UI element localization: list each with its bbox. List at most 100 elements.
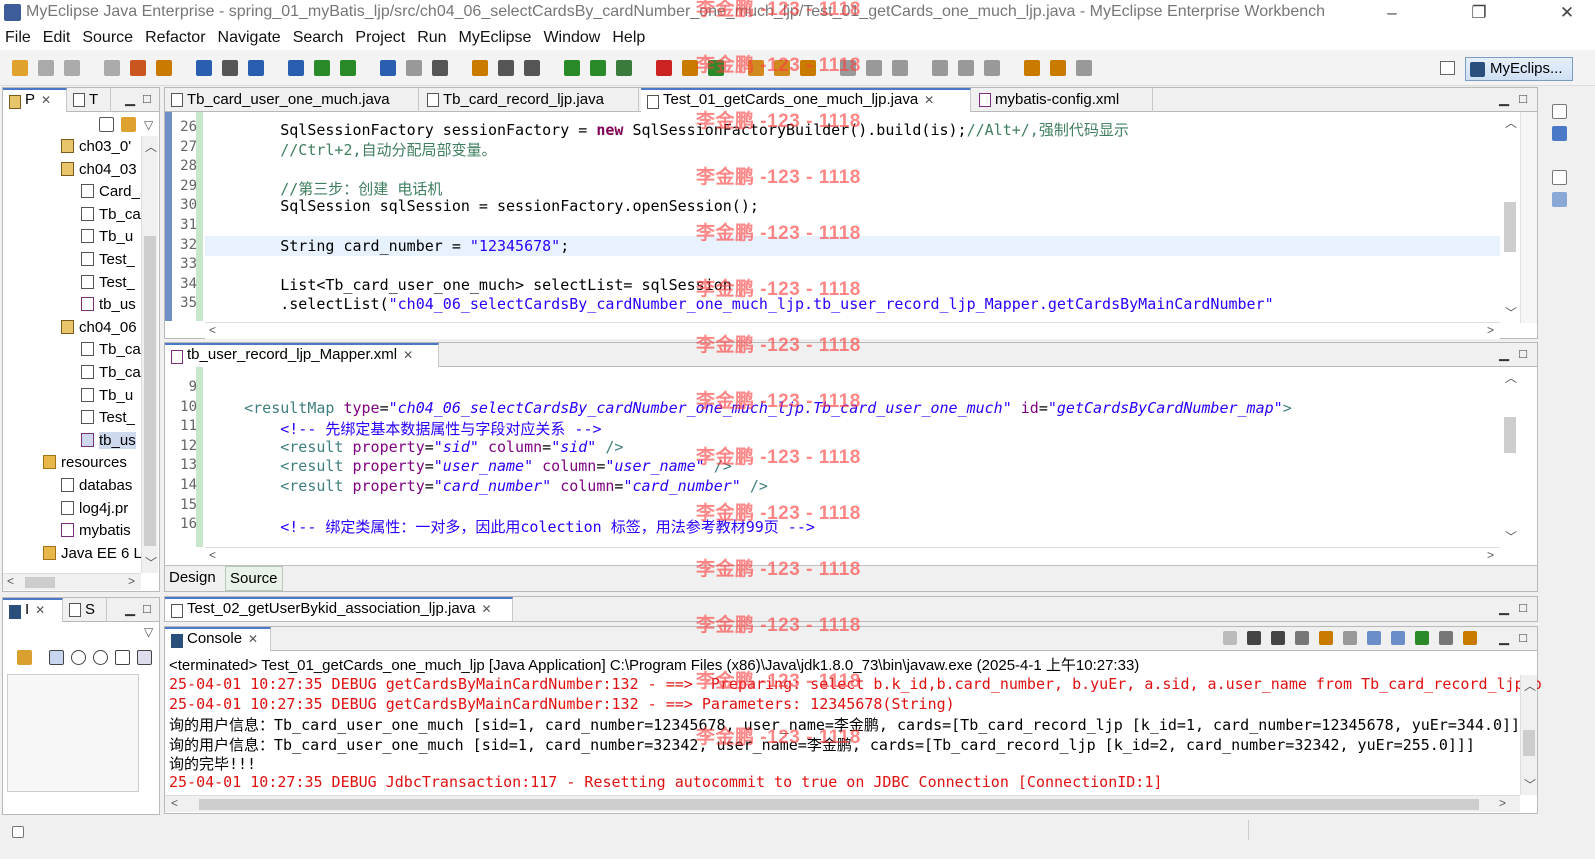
back-icon[interactable] [17, 650, 32, 665]
scroll-right-icon[interactable]: > [1487, 548, 1494, 562]
maximize-view-icon[interactable]: □ [1519, 630, 1527, 645]
restore-trim-icon[interactable] [1552, 170, 1567, 185]
toolbar-action-icon[interactable] [380, 60, 396, 76]
minimize-editor-icon[interactable]: ▁ [1499, 346, 1509, 362]
menu-help[interactable]: Help [607, 29, 652, 47]
toolbar-action-icon[interactable] [248, 60, 264, 76]
tree-item[interactable]: Java EE 6 L [43, 545, 141, 562]
tab-tb-user-record-mapper-xml[interactable]: tb_user_record_ljp_Mapper.xml ✕ [165, 343, 439, 367]
toolbar-action-icon[interactable] [130, 60, 146, 76]
tree-item[interactable]: log4j.pr [61, 500, 141, 517]
toolbar-action-icon[interactable] [340, 60, 356, 76]
toolbar-action-icon[interactable] [406, 60, 422, 76]
tree-item[interactable]: Test_ [81, 409, 141, 426]
tree-item[interactable]: Tb_u [81, 228, 141, 245]
tab-test-02-getuserbykid[interactable]: Test_02_getUserBykid_association_ljp.jav… [165, 597, 513, 621]
console-action-icon[interactable] [1391, 631, 1405, 645]
toolbar-action-icon[interactable] [314, 60, 330, 76]
close-icon[interactable]: ✕ [482, 602, 492, 616]
tree-item[interactable]: ch04_03 [61, 161, 141, 178]
toolbar-action-icon[interactable] [748, 60, 764, 76]
menu-window[interactable]: Window [538, 29, 607, 47]
code-line[interactable]: SqlSessionFactory sessionFactory = new S… [208, 119, 1129, 140]
code-line[interactable]: //Ctrl+2,自动分配局部变量。 [208, 139, 496, 160]
code-line[interactable]: .selectList("ch04_06_selectCardsBy_cardN… [208, 295, 1273, 313]
console-action-icon[interactable] [1463, 631, 1477, 645]
scroll-left-icon[interactable]: < [7, 574, 14, 588]
menu-edit[interactable]: Edit [38, 29, 78, 47]
minimize-view-icon[interactable]: ▁ [125, 91, 135, 107]
explorer-vertical-scrollbar[interactable]: ︿ ﹀ [141, 136, 158, 573]
menu-search[interactable]: Search [288, 29, 351, 47]
maximize-view-icon[interactable]: □ [143, 601, 151, 616]
toolbar-action-icon[interactable] [682, 60, 698, 76]
close-icon[interactable]: ✕ [403, 348, 413, 362]
view-menu-icon[interactable]: ▽ [144, 625, 153, 639]
toolbar-action-icon[interactable] [1076, 60, 1092, 76]
code-line[interactable]: <result property="user_name" column="use… [208, 457, 732, 475]
minimize-button[interactable]: – [1372, 2, 1412, 24]
toolbar-action-icon[interactable] [616, 60, 632, 76]
toolbar-action-icon[interactable] [524, 60, 540, 76]
toolbar-action-icon[interactable] [104, 60, 120, 76]
scroll-down-icon[interactable]: ﹀ [1505, 304, 1517, 321]
toolbar-action-icon[interactable] [196, 60, 212, 76]
toolbar-action-icon[interactable] [64, 60, 80, 76]
toolbar-action-icon[interactable] [984, 60, 1000, 76]
scroll-right-icon[interactable]: > [1487, 323, 1494, 337]
code-line[interactable]: SqlSession sqlSession = sessionFactory.o… [208, 197, 759, 215]
console-action-icon[interactable] [1223, 631, 1237, 645]
tab-design[interactable]: Design [169, 569, 216, 586]
tree-item[interactable]: tb_us [81, 431, 141, 449]
perspective-myeclipse-button[interactable]: MyEclips... [1465, 57, 1573, 81]
tree-item[interactable]: Tb_ca [81, 206, 141, 223]
console-action-icon[interactable] [1295, 631, 1309, 645]
toolbar-action-icon[interactable] [958, 60, 974, 76]
toolbar-action-icon[interactable] [1024, 60, 1040, 76]
console-action-icon[interactable] [1415, 631, 1429, 645]
link-with-editor-icon[interactable] [121, 117, 136, 132]
tree-item[interactable]: Tb_u [81, 387, 141, 404]
minimize-editor-icon[interactable]: ▁ [1499, 91, 1509, 107]
tree-item[interactable]: ch03_0' [61, 138, 141, 155]
tab-console[interactable]: Console ✕ [165, 627, 271, 651]
tree-item[interactable]: Tb_ca [81, 341, 141, 358]
toolbar-action-icon[interactable] [840, 60, 856, 76]
scroll-down-icon[interactable]: ﹀ [145, 554, 157, 571]
scroll-right-icon[interactable]: > [128, 574, 135, 588]
maximize-view-icon[interactable]: □ [143, 91, 151, 106]
close-icon[interactable]: ✕ [248, 632, 258, 646]
scroll-up-icon[interactable]: ︿ [1524, 677, 1536, 694]
tree-item[interactable]: Card_ [81, 183, 141, 200]
toolbar-action-icon[interactable] [12, 60, 28, 76]
close-button[interactable]: ✕ [1547, 2, 1587, 24]
tree-item[interactable]: resources [43, 454, 141, 471]
code-line[interactable]: <result property="card_number" column="c… [208, 477, 768, 495]
tab-type-hierarchy[interactable]: T [67, 88, 111, 112]
maximize-editor-icon[interactable]: □ [1519, 346, 1527, 361]
scroll-thumb[interactable] [1523, 730, 1535, 756]
toolbar-action-icon[interactable] [774, 60, 790, 76]
scroll-left-icon[interactable]: < [209, 548, 216, 562]
close-icon[interactable]: ✕ [41, 93, 51, 107]
restore-trim-icon[interactable] [1552, 104, 1567, 119]
console-action-icon[interactable] [1439, 631, 1453, 645]
maximize-editor-icon[interactable]: □ [1519, 91, 1527, 106]
tree-item[interactable]: Test_ [81, 251, 141, 268]
minimize-view-icon[interactable]: ▁ [1499, 630, 1509, 646]
zoom-out-icon[interactable] [71, 650, 86, 665]
menu-myeclipse[interactable]: MyEclipse [454, 29, 539, 47]
zoom-100-icon[interactable] [115, 650, 130, 665]
menu-file[interactable]: File [0, 29, 38, 47]
minimize-view-icon[interactable]: ▁ [125, 601, 135, 617]
toolbar-action-icon[interactable] [472, 60, 488, 76]
scroll-left-icon[interactable]: < [209, 323, 216, 337]
toolbar-action-icon[interactable] [708, 60, 724, 76]
scroll-thumb[interactable] [199, 799, 1479, 810]
tree-item[interactable]: tb_us [81, 296, 141, 313]
toolbar-action-icon[interactable] [892, 60, 908, 76]
code-line[interactable]: String card_number = "12345678"; [208, 237, 569, 255]
scroll-thumb[interactable] [1504, 417, 1516, 453]
menu-navigate[interactable]: Navigate [213, 29, 288, 47]
scroll-down-icon[interactable]: ﹀ [1524, 776, 1536, 793]
